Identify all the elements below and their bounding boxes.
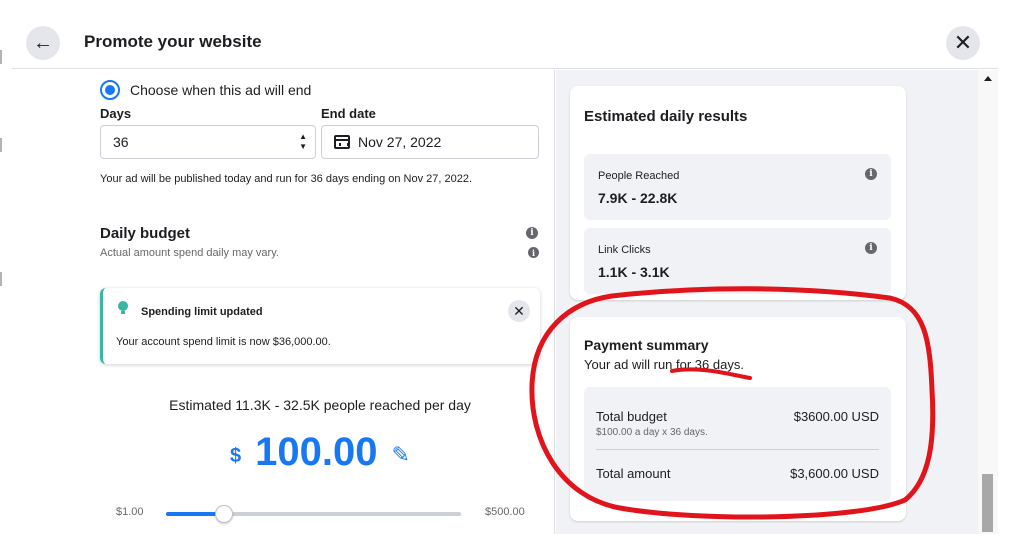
metric-label: People Reached [598,170,680,182]
metric-link-clicks: Link Clicks 1.1K - 3.1K i [584,228,891,294]
daily-budget-subtitle: Actual amount spend daily may vary. [100,247,279,259]
notice-text: Your account spend limit is now $36,000.… [116,336,331,348]
outer-scroll-mark [0,50,2,64]
close-button[interactable]: ✕ [946,26,980,60]
total-amount-value: $3,600.00 USD [790,466,879,481]
info-icon[interactable]: i [865,168,877,180]
days-stepper[interactable]: ▲ ▼ [299,132,307,152]
end-choice-option[interactable]: Choose when this ad will end [100,80,311,100]
calendar-icon [334,135,350,149]
summary-panel: Estimated daily results People Reached 7… [556,70,998,534]
payment-subtitle: Your ad will run for 36 days. [584,357,744,372]
results-title: Estimated daily results [584,108,748,125]
outer-scroll-mark [0,138,2,152]
dialog-header: ← Promote your website ✕ [12,14,998,69]
payment-summary-card: Payment summary Your ad will run for 36 … [570,317,906,521]
notice-title: Spending limit updated [141,306,263,318]
total-budget-value: $3600.00 USD [793,409,879,424]
close-icon: ✕ [513,302,525,319]
end-date-input[interactable]: Nov 27, 2022 [321,125,539,159]
stepper-down-icon[interactable]: ▼ [299,142,307,152]
end-date-label: End date [321,106,376,121]
total-budget-label: Total budget [596,409,667,424]
notice-close-button[interactable]: ✕ [508,300,530,322]
metric-people-reached: People Reached 7.9K - 22.8K i [584,154,891,220]
close-icon: ✕ [953,30,973,55]
metric-value: 7.9K - 22.8K [598,190,678,206]
lightbulb-icon [118,301,128,315]
arrow-left-icon: ← [33,31,53,54]
payment-details: Total budget $3600.00 USD $100.00 a day … [584,387,891,501]
top-band [0,0,1012,14]
dialog-title: Promote your website [84,32,262,51]
total-budget-note: $100.00 a day x 36 days. [596,427,708,438]
daily-results-card: Estimated daily results People Reached 7… [570,86,906,300]
promote-dialog: ← Promote your website ✕ Choose when thi… [12,14,998,534]
info-icon[interactable]: i [528,247,539,258]
days-label: Days [100,106,132,121]
budget-amount[interactable]: $ 100.00 ✎ [100,430,540,475]
radio-button[interactable] [100,80,120,100]
payment-title: Payment summary [584,337,709,353]
divider [596,449,879,450]
budget-value: 100.00 [255,430,378,474]
currency-symbol: $ [230,445,242,467]
days-value: 36 [113,134,129,150]
back-button[interactable]: ← [26,26,60,60]
scroll-up-arrow-icon[interactable] [984,76,992,81]
total-amount-label: Total amount [596,466,671,481]
slider-max-label: $500.00 [485,506,525,518]
daily-budget-title: Daily budget [100,225,191,242]
metric-label: Link Clicks [598,244,651,256]
spending-limit-notice: Spending limit updated Your account spen… [100,288,540,364]
publish-note: Your ad will be published today and run … [100,173,473,185]
end-date-value: Nov 27, 2022 [358,134,442,150]
budget-slider[interactable] [166,505,461,523]
reach-estimate: Estimated 11.3K - 32.5K people reached p… [169,397,471,413]
outer-scroll-mark [0,272,2,286]
info-icon[interactable]: i [526,227,538,239]
slider-handle[interactable] [215,505,234,523]
info-icon[interactable]: i [865,242,877,254]
slider-min-label: $1.00 [116,506,144,518]
scrollbar-thumb[interactable] [982,474,993,532]
metric-value: 1.1K - 3.1K [598,264,670,280]
settings-panel: Choose when this ad will end Days 36 ▲ ▼… [12,70,555,534]
radio-label: Choose when this ad will end [130,82,312,98]
stepper-up-icon[interactable]: ▲ [299,132,307,142]
pencil-icon[interactable]: ✎ [392,442,410,468]
days-input[interactable]: 36 ▲ ▼ [100,125,316,159]
scrollbar[interactable] [978,70,998,534]
